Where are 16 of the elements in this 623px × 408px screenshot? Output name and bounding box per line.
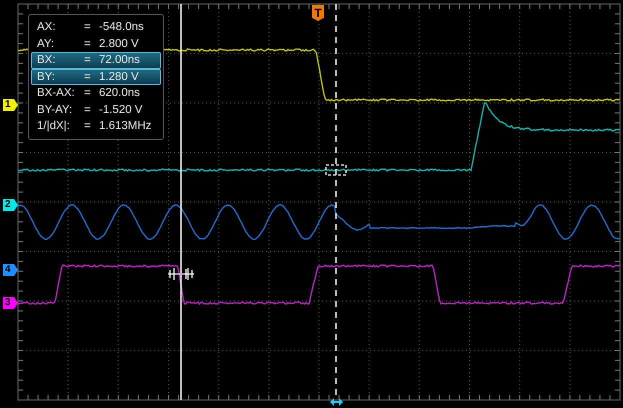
trigger-marker[interactable]: T	[312, 5, 324, 21]
channel-marker[interactable]: 3	[3, 297, 18, 309]
channel-marker[interactable]: 2	[3, 199, 18, 211]
readout-row-text: BX-AX: = 620.0ns	[36, 86, 141, 102]
cursor-line[interactable]	[335, 4, 337, 398]
readout-row-text: BY-AY: = -1.520 V	[36, 102, 144, 118]
selected-readout-row[interactable]: BX: = 72.00ns	[31, 52, 161, 68]
crosshair-icon	[325, 164, 347, 176]
readout-row-text: 1/|dX|: = 1.613MHz	[36, 119, 152, 134]
channel-marker[interactable]: 4	[3, 264, 18, 276]
readout-row-text: AY: = 2.800 V	[36, 36, 140, 52]
channel-marker[interactable]: 1	[3, 99, 18, 111]
crosshair-icon	[167, 267, 195, 281]
selected-readout-row[interactable]: BY: = 1.280 V	[31, 68, 161, 85]
readout-row-text: AX: = -548.0ns	[36, 20, 145, 36]
double-arrow-icon[interactable]	[330, 398, 343, 406]
